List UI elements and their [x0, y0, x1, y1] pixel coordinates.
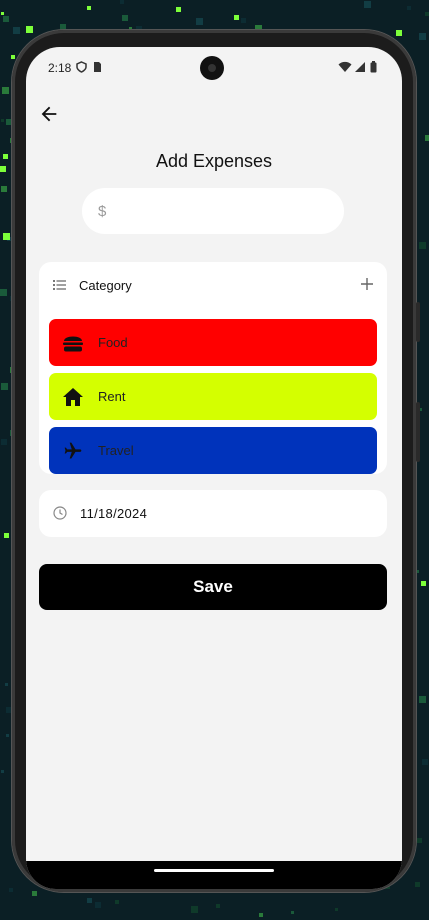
category-name: Food: [98, 335, 128, 350]
save-button[interactable]: Save: [39, 564, 387, 610]
volume-button: [416, 402, 420, 462]
category-item-rent[interactable]: Rent: [49, 373, 377, 420]
home-icon: [61, 385, 85, 409]
sim-card-icon: [94, 62, 101, 72]
burger-icon: [61, 331, 85, 355]
date-field[interactable]: 11/18/2024: [39, 490, 387, 537]
battery-icon: [370, 61, 377, 73]
category-label: Category: [79, 278, 132, 293]
page-title: Add Expenses: [155, 151, 273, 171]
category-header: Category: [39, 262, 387, 308]
navigation-bar: [26, 861, 402, 889]
clock-icon: [53, 506, 67, 520]
gesture-handle[interactable]: [154, 869, 274, 872]
airplane-icon: [61, 439, 85, 463]
signal-icon: [355, 62, 365, 72]
amount-field[interactable]: $: [82, 188, 344, 234]
category-card: Category Food Rent Travel: [39, 262, 387, 474]
shield-icon: [76, 61, 87, 73]
status-time: 2:18: [48, 61, 72, 75]
status-bar: 2:18: [26, 47, 402, 87]
amount-input[interactable]: [114, 201, 329, 221]
list-icon: [53, 280, 66, 290]
dollar-prefix: $: [98, 202, 107, 220]
category-item-travel[interactable]: Travel: [49, 427, 377, 474]
category-item-food[interactable]: Food: [49, 319, 377, 366]
back-arrow-icon[interactable]: [38, 103, 60, 125]
app-screen: 2:18 Add Expenses $ Category Food Rent T…: [26, 47, 402, 889]
date-value: 11/18/2024: [80, 506, 148, 521]
category-name: Travel: [98, 443, 134, 458]
wifi-icon: [338, 61, 352, 72]
front-camera: [200, 56, 224, 80]
add-category-icon[interactable]: [359, 276, 375, 292]
category-name: Rent: [98, 389, 126, 404]
power-button: [416, 302, 420, 342]
